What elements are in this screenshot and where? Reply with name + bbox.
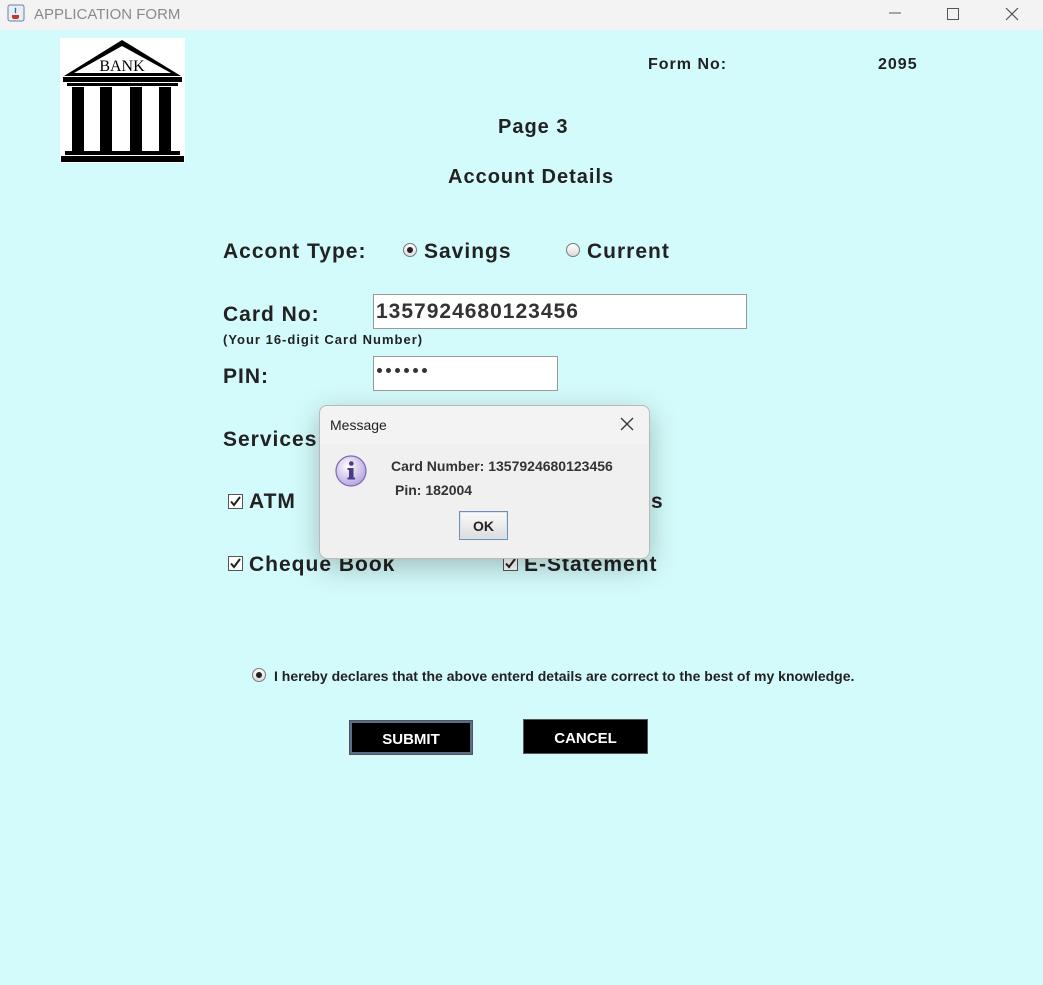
pin-mask-dot	[386, 368, 391, 373]
bank-logo: BANK	[60, 38, 185, 163]
info-icon	[335, 455, 367, 487]
form-number-value: 2095	[878, 56, 918, 73]
cancel-button[interactable]: CANCEL	[523, 719, 648, 754]
current-radio-label[interactable]: Current	[587, 240, 670, 264]
pin-mask-dot	[377, 368, 382, 373]
dialog-message-pin: Pin: 182004	[395, 482, 473, 498]
form-number-label: Form No:	[648, 56, 728, 73]
declaration-radio[interactable]	[252, 668, 266, 682]
maximize-icon	[947, 8, 959, 20]
checkmark-icon	[230, 496, 241, 507]
message-dialog: Message Card Number: 1357924680123456 Pi…	[319, 405, 650, 559]
pin-mask-dot	[395, 368, 400, 373]
svg-text:BANK: BANK	[99, 58, 145, 75]
window-title: APPLICATION FORM	[34, 6, 181, 23]
savings-radio[interactable]	[403, 243, 417, 257]
page-title: Page 3	[498, 116, 569, 138]
savings-radio-label[interactable]: Savings	[424, 240, 512, 264]
java-app-icon	[7, 4, 25, 22]
maximize-button[interactable]	[924, 0, 982, 30]
pin-mask-dot	[422, 368, 427, 373]
services-label: Services	[223, 428, 318, 451]
current-radio[interactable]	[566, 243, 580, 257]
atm-checkbox-label[interactable]: ATM	[249, 490, 296, 514]
dialog-ok-button[interactable]: OK	[459, 511, 508, 540]
cheque-book-checkbox[interactable]	[228, 556, 243, 571]
checkmark-icon	[230, 558, 241, 569]
pin-mask-dot	[413, 368, 418, 373]
pin-label: PIN:	[223, 365, 269, 388]
section-title: Account Details	[448, 166, 615, 188]
atm-checkbox[interactable]	[228, 494, 243, 509]
pin-field[interactable]	[373, 356, 558, 391]
close-window-button[interactable]	[983, 0, 1041, 30]
submit-button[interactable]: SUBMIT	[349, 720, 473, 755]
dialog-titlebar: Message	[320, 406, 649, 444]
card-number-field[interactable]	[373, 294, 747, 329]
declaration-text[interactable]: I hereby declares that the above enterd …	[274, 668, 854, 684]
dialog-message-card-number: Card Number: 1357924680123456	[391, 458, 613, 474]
close-icon	[1005, 8, 1019, 21]
minimize-icon	[889, 12, 901, 14]
account-type-label: Accont Type:	[223, 240, 367, 263]
pin-mask	[377, 368, 427, 373]
card-number-label: Card No:	[223, 303, 320, 326]
minimize-button[interactable]	[866, 0, 924, 30]
pin-mask-dot	[404, 368, 409, 373]
window-titlebar: APPLICATION FORM	[0, 0, 1043, 30]
dialog-title: Message	[330, 417, 387, 433]
card-number-hint: (Your 16-digit Card Number)	[223, 332, 424, 347]
dialog-close-button[interactable]	[612, 415, 642, 435]
close-icon	[620, 417, 634, 431]
